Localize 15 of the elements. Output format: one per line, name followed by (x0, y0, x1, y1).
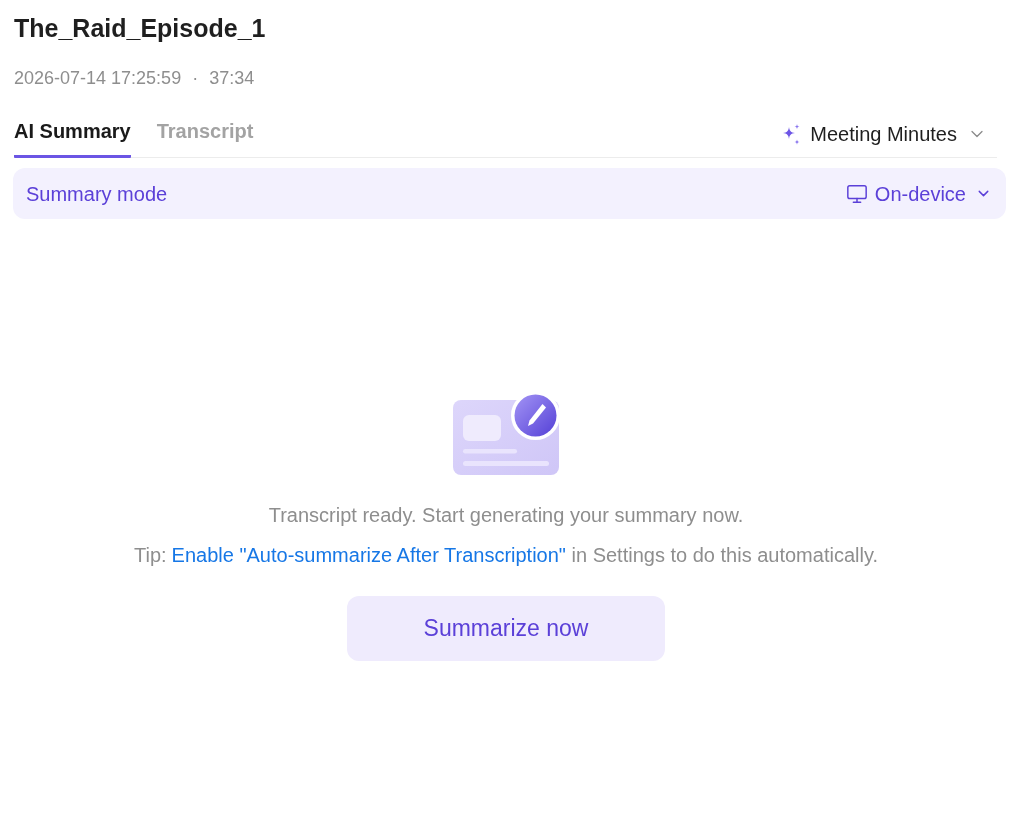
template-label: Meeting Minutes (810, 122, 957, 146)
recording-date: 2026-07-14 17:25:59 (14, 67, 182, 90)
summarize-now-button[interactable]: Summarize now (347, 596, 665, 661)
empty-state-message: Transcript ready. Start generating your summary now. (268, 503, 744, 527)
summary-mode-label: Summary mode (26, 181, 168, 206)
summary-mode-value: On-device (874, 181, 966, 206)
monitor-icon (845, 182, 868, 205)
tip-text: Tip: Enable "Auto-summarize After Transcription" in Settings to do this automatically. (134, 543, 878, 567)
tab[interactable]: AI Summary (14, 119, 131, 158)
recording-duration: 37:34 (209, 67, 255, 90)
template-dropdown[interactable]: Meeting Minutes (781, 122, 987, 146)
recording-title: The_Raid_Episode_1 (14, 13, 266, 44)
meta-separator: · (192, 67, 199, 90)
summary-mode-dropdown[interactable]: On-device (845, 181, 992, 206)
auto-summarize-setting-link[interactable]: Enable "Auto-summarize After Transcription" (171, 544, 566, 566)
